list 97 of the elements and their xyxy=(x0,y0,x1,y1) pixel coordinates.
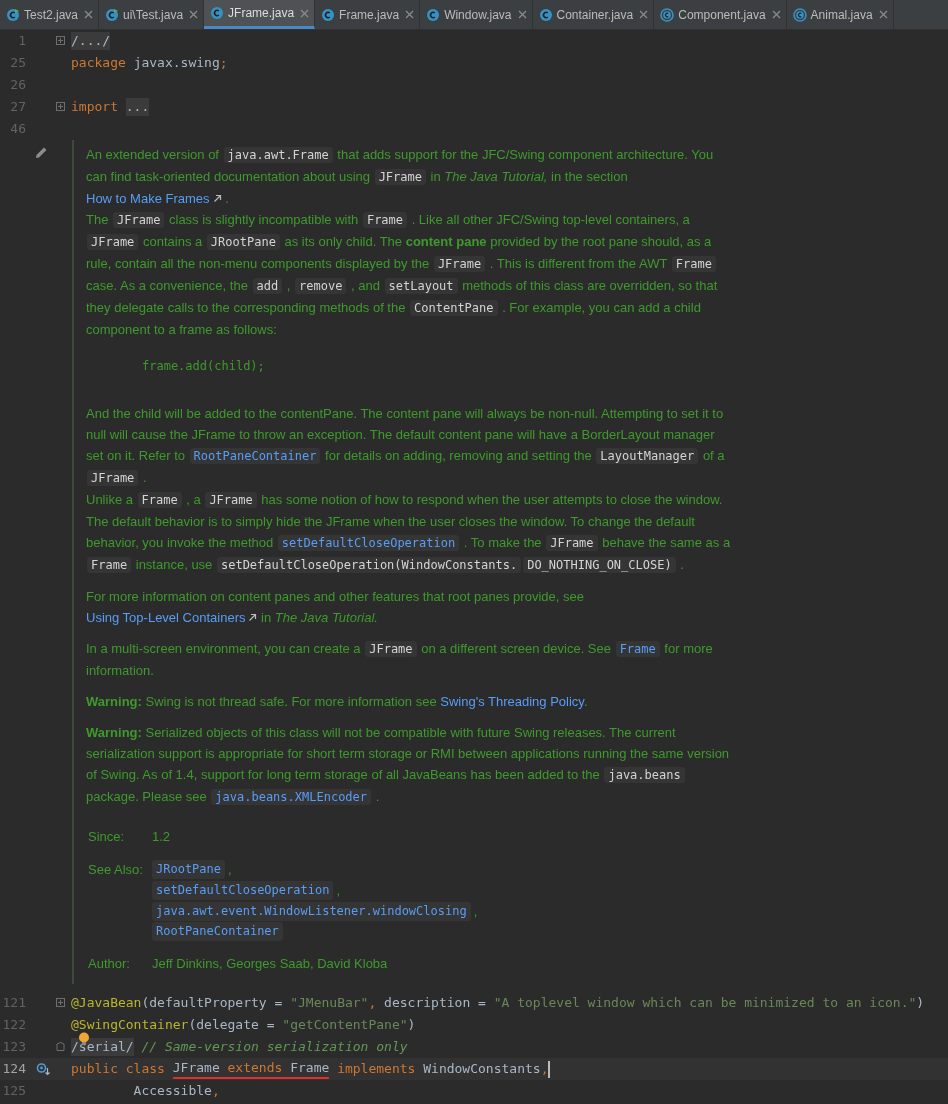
code-token: (defaultProperty = xyxy=(141,994,284,1012)
close-icon[interactable] xyxy=(639,10,649,19)
doc-link[interactable]: How to Make Frames xyxy=(86,191,222,206)
code-token: JFrame xyxy=(172,1059,220,1079)
code-token: javax.swing xyxy=(133,54,220,72)
fold-icon[interactable] xyxy=(56,102,65,111)
doc-code-link[interactable]: Frame xyxy=(615,641,660,657)
doc-tag-value: Jeff Dinkins, Georges Saab, David Kloba xyxy=(152,955,388,973)
code-token: "JMenuBar" xyxy=(290,994,369,1012)
code-token: "getContentPane" xyxy=(282,1016,408,1034)
code-token: /.../ xyxy=(71,32,111,50)
class-icon xyxy=(210,6,225,20)
doc-code-link[interactable]: java.beans.XMLEncoder xyxy=(211,789,372,805)
separator: , xyxy=(336,882,340,900)
close-icon[interactable] xyxy=(771,10,781,19)
editor-tab[interactable]: Component.java xyxy=(654,0,787,29)
close-icon[interactable] xyxy=(517,10,527,19)
fold-icon[interactable] xyxy=(56,998,65,1007)
line-number: 46 xyxy=(9,120,26,139)
doc-paragraph: In a multi-screen environment, you can create a JFrame on a different screen device. See Frame for more information. xyxy=(86,640,714,680)
code-snippet-text: frame.add(child); xyxy=(141,358,266,375)
doc-link[interactable]: Swing's Threading Policy xyxy=(440,694,584,709)
line-number: 121 xyxy=(1,994,26,1013)
line-number: 25 xyxy=(9,54,26,73)
doc-code-link[interactable]: java.awt.event.WindowListener.windowClosing xyxy=(152,902,471,921)
code-token: , xyxy=(540,1060,549,1078)
external-link-icon xyxy=(248,613,258,622)
implements-marker-icon[interactable] xyxy=(36,1062,50,1076)
line-number: 123 xyxy=(1,1038,26,1057)
code-token: implements xyxy=(336,1060,417,1078)
code-token: Frame xyxy=(290,1059,330,1079)
pencil-icon[interactable] xyxy=(35,146,48,159)
code-token: (delegate = xyxy=(188,1016,276,1034)
doc-code-link[interactable]: setDefaultCloseOperation xyxy=(152,881,334,900)
code-token: ... xyxy=(125,98,150,116)
code-token: , xyxy=(211,1082,220,1100)
doc-tag-label: See Also: xyxy=(88,861,144,879)
class-run-icon xyxy=(105,7,120,22)
editor-tab[interactable]: Test2.java xyxy=(0,0,100,29)
doc-code-link[interactable]: RootPaneContainer xyxy=(152,922,283,941)
close-icon[interactable] xyxy=(300,8,310,18)
doc-paragraph: Warning: Swing is not thread safe. For more information see Swing's Threading Policy. xyxy=(86,693,589,711)
class-icon xyxy=(426,7,441,22)
code-token: package xyxy=(71,54,127,72)
doc-paragraph: Unlike a Frame , a JFrame has some notion of how to respond when the user attempts to close the window. The default behavior is to simply hide the JFrame when the user closes the window. To change the default behavior, you invoke the method setDefaultCloseOperation . To make the JFrame behave the same as a Frame instance, use setDefaultCloseOperation(WindowConstants. DO_NOTHING_ON_CLOSE) . xyxy=(86,491,732,575)
doc-paragraph: The JFrame class is slightly incompatible with Frame . Like all other JFC/Swing top-level containers, a JFrame contains a JRootPane as its only child. The content pane provided by the root pane should, as a rule, contain all the non-menu components displayed by the JFrame . This is different from the AWT Frame case. As a convenience, the add , remove , and setLayout methods of this class are overridden, so that they delegate calls to the corresponding methods of the ContentPane . For example, you can add a child component to a frame as follows: xyxy=(86,211,719,339)
editor-tab[interactable]: JFrame.java xyxy=(204,0,316,29)
doc-code-link[interactable]: setDefaultCloseOperation xyxy=(277,535,460,551)
editor-tab[interactable]: Animal.java xyxy=(786,0,894,29)
line-number: 122 xyxy=(1,1016,26,1035)
fold-icon[interactable] xyxy=(56,36,65,45)
code-token: /serial/ xyxy=(71,1038,134,1056)
close-icon[interactable] xyxy=(405,10,415,19)
editor-tab[interactable]: Container.java xyxy=(532,0,655,29)
code-token: @SwingContainer xyxy=(71,1016,189,1034)
code-token: WindowConstants xyxy=(423,1060,541,1078)
code-token: extends xyxy=(219,1059,291,1079)
code-token: ) xyxy=(916,994,925,1012)
separator: , xyxy=(473,903,478,921)
code-token: public class xyxy=(71,1060,166,1078)
code-token: Accessible xyxy=(132,1082,212,1100)
doc-paragraph: And the child will be added to the contentPane. The content pane will always be non-null. Attempting to set it to null will cause the JFrame to throw an exception. The default content pane will have a BorderLayout manager set on it. Refer to RootPaneContainer for details on adding, removing and setting the LayoutManager of a JFrame . xyxy=(86,405,726,488)
doc-paragraph: For more information on content panes and other features that root panes provide, see Using Top-Level Containers in The Java Tutorial. xyxy=(86,588,585,627)
external-link-icon xyxy=(212,194,222,203)
line-number: 125 xyxy=(1,1082,26,1101)
line-number: 26 xyxy=(9,76,26,95)
line-number: 27 xyxy=(9,98,26,117)
code-token: , xyxy=(368,994,378,1012)
class-run-icon xyxy=(6,7,20,22)
editor-tab[interactable]: Frame.java xyxy=(315,0,421,29)
code-token: // Same-version serialization only xyxy=(140,1038,408,1056)
class-icon xyxy=(538,7,553,22)
code-token: ) xyxy=(407,1016,416,1034)
fold-icon[interactable] xyxy=(56,1042,65,1051)
doc-tag-value: 1.2 xyxy=(152,828,171,846)
separator: , xyxy=(228,861,232,879)
doc-tag-label: Author: xyxy=(88,955,131,973)
doc-link[interactable]: Using Top-Level Containers xyxy=(86,610,258,625)
doc-paragraph: Warning: Serialized objects of this class will not be compatible with future Swing releases. The current serialization support is appropriate for short term storage or RMI between applications running the same version of Swing. As of 1.4, support for long term storage of all JavaBeans has been added to the java.beans package. Please see java.beans.XMLEncoder . xyxy=(86,724,731,807)
doc-tag-label: Since: xyxy=(88,828,126,846)
doc-paragraph: An extended version of java.awt.Frame that adds support for the JFC/Swing component architecture. You can find task-oriented documentation about using JFrame in The Java Tutorial, in the section How to Make Frames . xyxy=(86,146,715,208)
editor-tab[interactable]: Window.java xyxy=(420,0,533,29)
line-number: 124 xyxy=(1,1060,26,1079)
class-icon xyxy=(321,7,336,22)
code-token: "A toplevel window which can be minimized to an icon." xyxy=(493,994,917,1012)
code-token: description = xyxy=(384,994,487,1012)
code-token: @JavaBean xyxy=(71,994,142,1012)
line-number: 1 xyxy=(17,32,26,51)
close-icon[interactable] xyxy=(189,10,199,19)
abstract-class-icon xyxy=(792,7,807,22)
close-icon[interactable] xyxy=(84,10,94,19)
code-token: import xyxy=(71,98,119,116)
code-token: ; xyxy=(219,54,228,72)
close-icon[interactable] xyxy=(878,10,888,19)
doc-code-link[interactable]: RootPaneContainer xyxy=(189,448,321,464)
doc-code-link[interactable]: JRootPane xyxy=(152,860,226,879)
abstract-class-icon xyxy=(660,7,675,22)
